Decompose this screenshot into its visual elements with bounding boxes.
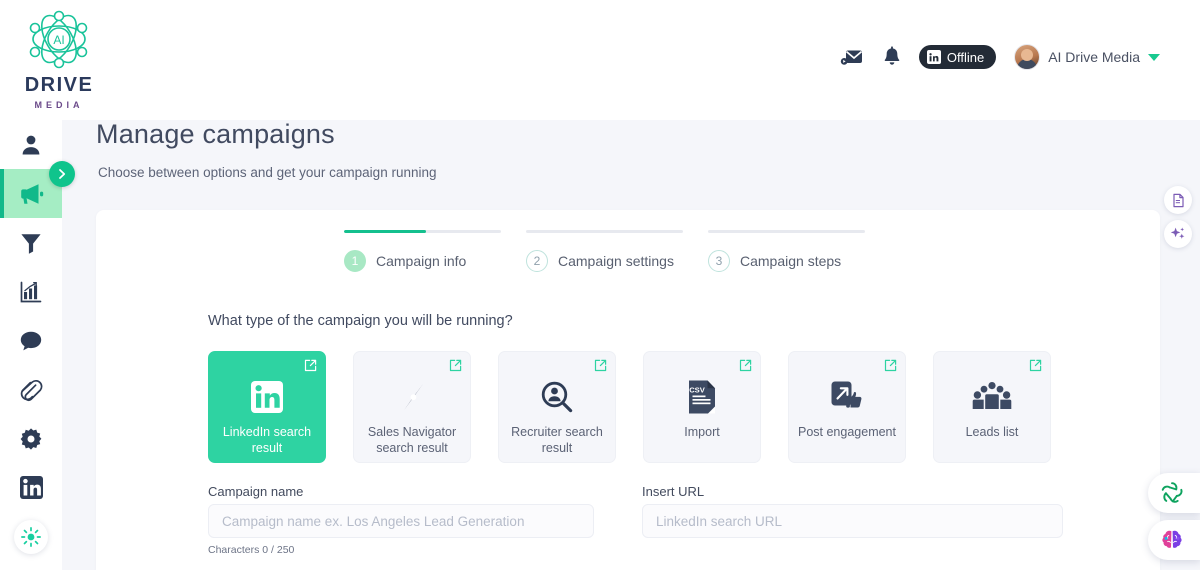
user-menu[interactable]: AI Drive Media — [1014, 44, 1160, 70]
user-name: AI Drive Media — [1048, 49, 1140, 65]
insert-url-label: Insert URL — [642, 484, 705, 499]
sidebar-item-filters[interactable] — [0, 218, 62, 267]
page-subtitle: Choose between options and get your camp… — [98, 165, 437, 180]
linkedin-icon — [926, 50, 941, 64]
campaign-name-input[interactable] — [208, 504, 594, 538]
bell-notification-icon[interactable] — [879, 44, 905, 70]
ai-atom-widget-button[interactable] — [1148, 473, 1200, 513]
linkedin-icon — [251, 374, 283, 420]
step-progress-bar — [344, 230, 501, 233]
wizard-stepper: 1 Campaign info 2 Campaign settings 3 Ca… — [344, 230, 890, 272]
paperclip-icon — [20, 379, 43, 401]
post-thumbs-up-icon — [829, 374, 865, 420]
ai-assist-button[interactable] — [1164, 220, 1192, 248]
megaphone-icon — [21, 183, 44, 204]
external-link-icon[interactable] — [594, 359, 607, 372]
sidebar-item-campaigns[interactable] — [0, 161, 75, 218]
campaign-type-label: Recruiter search result — [511, 425, 603, 455]
step-number: 3 — [708, 250, 730, 272]
step-progress-bar — [526, 230, 683, 233]
step-number: 1 — [344, 250, 366, 272]
logo-wordmark: DRIVE — [24, 74, 94, 96]
document-icon — [1172, 193, 1184, 207]
chevron-down-icon[interactable] — [1148, 53, 1160, 61]
header-actions: Offline AI Drive Media — [839, 44, 1160, 70]
campaign-type-label: Import — [684, 425, 720, 439]
external-link-icon[interactable] — [884, 359, 897, 372]
external-link-icon[interactable] — [449, 359, 462, 372]
brain-widget-button[interactable] — [1148, 520, 1200, 560]
person-search-icon — [540, 374, 574, 420]
notes-panel-button[interactable] — [1164, 186, 1192, 214]
step-progress-bar — [708, 230, 865, 233]
left-sidebar — [0, 120, 75, 570]
status-badge-label: Offline — [946, 49, 985, 65]
step-number: 2 — [526, 250, 548, 272]
external-link-icon[interactable] — [1029, 359, 1042, 372]
campaign-type-options: LinkedIn search result Sales Navigator s… — [208, 351, 1051, 463]
sidebar-item-theme[interactable] — [0, 512, 62, 561]
campaign-type-post-engagement[interactable]: Post engagement — [788, 351, 906, 463]
atom-ai-logo-icon: AI — [29, 10, 88, 69]
atom-green-icon — [1161, 482, 1183, 503]
campaign-type-label: Leads list — [965, 425, 1019, 439]
step-label: Campaign settings — [558, 253, 674, 269]
mail-icon[interactable] — [839, 44, 865, 70]
campaign-type-label: LinkedIn search result — [222, 425, 312, 455]
sidebar-item-prospects[interactable] — [0, 120, 62, 169]
sparkles-icon — [1170, 227, 1185, 239]
brain-icon — [1162, 530, 1182, 548]
step-progress-fill — [344, 230, 426, 233]
status-badge[interactable]: Offline — [918, 45, 997, 69]
campaign-name-label: Campaign name — [208, 484, 304, 499]
csv-file-icon: CSV — [687, 374, 717, 420]
step-label: Campaign steps — [740, 253, 842, 269]
page-title: Manage campaigns — [96, 119, 335, 149]
external-link-icon[interactable] — [304, 359, 317, 372]
sun-burst-icon — [14, 519, 48, 554]
chevron-right-icon — [59, 169, 66, 179]
campaign-type-import[interactable]: CSV Import — [643, 351, 761, 463]
right-rail-bottom — [1148, 473, 1200, 560]
campaign-type-question: What type of the campaign you will be ru… — [208, 313, 513, 329]
sidebar-item-linkedin[interactable] — [0, 463, 62, 512]
external-link-icon[interactable] — [739, 359, 752, 372]
campaign-type-label: Sales Navigator search result — [367, 425, 457, 455]
campaign-name-char-counter: Characters 0 / 250 — [208, 544, 295, 556]
svg-text:CSV: CSV — [689, 386, 706, 395]
brand-logo[interactable]: AI DRIVE MEDIA — [14, 8, 104, 112]
campaign-wizard-card: 1 Campaign info 2 Campaign settings 3 Ca… — [96, 210, 1160, 570]
step-campaign-settings[interactable]: 2 Campaign settings — [526, 230, 708, 272]
step-campaign-info[interactable]: 1 Campaign info — [344, 230, 526, 272]
gear-icon — [20, 427, 42, 450]
insert-url-input[interactable] — [642, 504, 1063, 538]
sidebar-item-attachments[interactable] — [0, 365, 62, 414]
campaign-type-linkedin-search[interactable]: LinkedIn search result — [208, 351, 326, 463]
sidebar-item-inbox[interactable] — [0, 316, 62, 365]
app-root: AI DRIVE MEDIA Offline AI Drive Media Ma… — [0, 0, 1200, 570]
step-label: Campaign info — [376, 253, 467, 269]
avatar — [1014, 44, 1041, 70]
bar-chart-icon — [20, 281, 42, 302]
linkedin-icon — [19, 476, 43, 499]
campaign-type-leads-list[interactable]: Leads list — [933, 351, 1051, 463]
campaign-type-label: Post engagement — [798, 425, 896, 439]
logo-ai-text: AI — [53, 33, 64, 47]
logo-subtext: MEDIA — [34, 100, 84, 110]
step-campaign-steps[interactable]: 3 Campaign steps — [708, 230, 890, 272]
campaign-type-recruiter-search[interactable]: Recruiter search result — [498, 351, 616, 463]
funnel-icon — [21, 233, 41, 254]
sidebar-item-analytics[interactable] — [0, 267, 62, 316]
compass-icon — [393, 374, 431, 420]
right-rail-top — [1164, 186, 1192, 248]
sidebar-expand-button[interactable] — [49, 161, 75, 187]
chat-bubble-icon — [20, 331, 42, 350]
top-header: AI DRIVE MEDIA Offline AI Drive Media — [0, 0, 1200, 120]
people-group-icon — [972, 374, 1012, 420]
sidebar-item-settings[interactable] — [0, 414, 62, 463]
person-icon — [22, 135, 40, 154]
campaign-type-sales-navigator[interactable]: Sales Navigator search result — [353, 351, 471, 463]
